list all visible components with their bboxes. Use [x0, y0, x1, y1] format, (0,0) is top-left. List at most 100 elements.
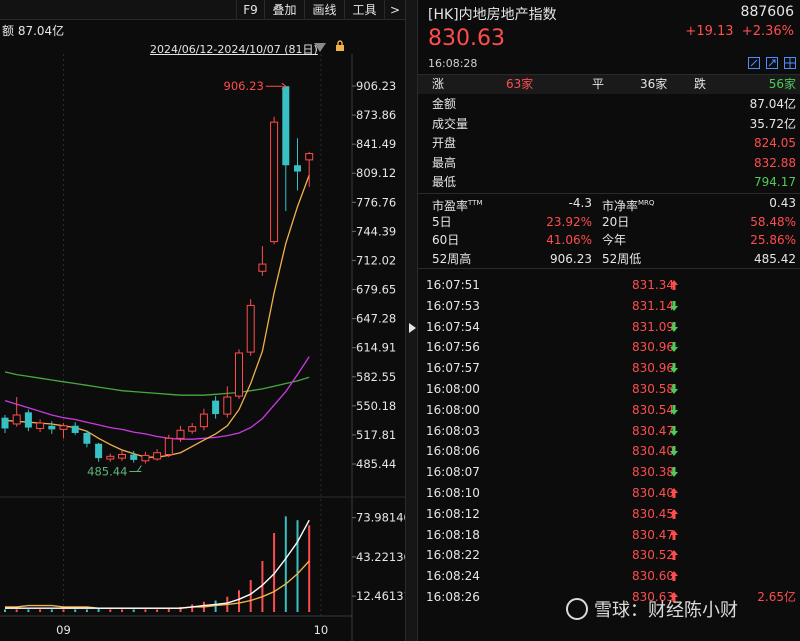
- tick-time: 16:08:07: [426, 465, 480, 480]
- candle-body: [223, 396, 232, 415]
- chart-panel: F9 叠加 画线 工具 > 额 87.04亿 2024/06/12-2024/1…: [0, 0, 405, 641]
- stat-row: 金额 87.04亿: [418, 95, 800, 114]
- stat-value: 23.92%: [546, 214, 592, 229]
- stat-label: 5日: [432, 214, 452, 229]
- candle-body: [83, 432, 91, 444]
- volume-bar: [62, 609, 65, 612]
- collapse-arrow-icon[interactable]: [409, 323, 416, 333]
- grid-icon[interactable]: [784, 57, 796, 69]
- arrow-up-icon: [670, 488, 678, 498]
- tick-price: 830.45: [632, 506, 674, 521]
- index-code: 887606: [740, 4, 794, 20]
- price-tick-label: 809.12: [356, 166, 396, 180]
- volume-bar: [121, 609, 123, 612]
- snowball-logo-icon: [566, 598, 588, 620]
- candle-body: [1, 417, 9, 429]
- quote-time: 16:08:28: [428, 57, 478, 70]
- arrow-down-icon: [670, 446, 678, 457]
- stat-value: 87.04亿: [749, 97, 796, 111]
- tick-row[interactable]: 16:08:00 830.58: [418, 379, 800, 400]
- arrow-down-icon: [670, 384, 678, 394]
- separator: [418, 268, 800, 269]
- tick-price: 830.47: [632, 527, 674, 542]
- low-marker-arrow: [136, 465, 142, 472]
- candle-body: [24, 412, 32, 428]
- candle-body: [36, 422, 45, 429]
- tick-row[interactable]: 16:07:57 830.96: [418, 358, 800, 379]
- candle-body: [12, 414, 21, 425]
- volume-bar: [109, 609, 112, 612]
- candle-body: [188, 426, 197, 432]
- tick-price: 830.96: [632, 361, 674, 376]
- tick-time: 16:08:10: [426, 486, 480, 500]
- arrow-down-icon: [670, 321, 678, 332]
- tick-row[interactable]: 16:08:18 830.47: [418, 525, 800, 546]
- stat-value: 832.88: [754, 155, 796, 170]
- candle-body: [118, 454, 126, 459]
- quote-panel: [HK]内地房地产指数 887606 830.63 +19.13 +2.36% …: [418, 0, 800, 641]
- tick-time: 16:08:12: [426, 506, 480, 521]
- volume-bar: [39, 609, 42, 612]
- volume-bar: [156, 609, 159, 612]
- tick-row[interactable]: 16:08:12 830.45: [418, 504, 800, 525]
- candle-body: [246, 304, 255, 353]
- stat-label: 60日: [432, 233, 460, 247]
- arrow-up-icon: [670, 508, 678, 519]
- volume-bar: [27, 609, 30, 612]
- tick-row[interactable]: 16:08:00 830.54: [418, 400, 800, 421]
- edit-icon[interactable]: [748, 57, 760, 69]
- watermark-text: 雪球：财经陈小财: [594, 600, 738, 621]
- stat-label-sup: MRQ: [638, 199, 655, 207]
- candle-body: [59, 425, 68, 430]
- tick-time: 16:08:00: [426, 382, 480, 396]
- price-tick-label: 712.02: [356, 253, 396, 267]
- stat-row: 市盈率TTM -4.3 市净率MRQ 0.43: [418, 194, 800, 213]
- low-annotation: 485.44: [87, 464, 127, 478]
- stat-value: 58.48%: [750, 214, 796, 229]
- stat-row: 60日 41.06% 今年 25.86%: [418, 231, 800, 250]
- candle-body: [199, 413, 208, 428]
- volume-bar: [132, 609, 135, 612]
- arrow-up-icon: [670, 571, 678, 582]
- tick-price: 830.47: [632, 423, 674, 438]
- arrow-up-icon: [670, 529, 678, 540]
- tick-row[interactable]: 16:07:53 831.14: [418, 296, 800, 317]
- tick-row[interactable]: 16:07:56 830.96: [418, 337, 800, 358]
- candle-body: [212, 400, 220, 415]
- candle-body: [141, 454, 150, 462]
- tick-row[interactable]: 16:07:54 831.09: [418, 317, 800, 338]
- x-tick-label: 10: [314, 623, 329, 637]
- tick-row[interactable]: 16:08:22 830.52: [418, 545, 800, 566]
- tick-price: 830.54: [632, 402, 674, 417]
- tick-row[interactable]: 16:08:07 830.38: [418, 462, 800, 483]
- breadth-down-label: 跌: [694, 77, 707, 91]
- tick-time: 16:07:51: [426, 278, 480, 292]
- tick-row[interactable]: 16:08:10 830.40: [418, 483, 800, 504]
- expand-icon[interactable]: [766, 57, 778, 69]
- tick-row[interactable]: 16:08:03 830.47: [418, 421, 800, 442]
- stat-row: 最低 794.17: [418, 173, 800, 192]
- stat-row: 最高 832.88: [418, 154, 800, 173]
- last-price: 830.63: [428, 26, 505, 51]
- candle-body: [235, 352, 243, 397]
- stat-label: 52周高: [432, 251, 472, 266]
- breadth-flat-count: 36家: [640, 77, 668, 91]
- stat-value: 794.17: [754, 175, 796, 189]
- volume-bar: [191, 604, 194, 612]
- candle-body: [294, 165, 301, 172]
- tick-row[interactable]: 16:08:06 830.40: [418, 441, 800, 462]
- tick-price: 831.14: [632, 298, 674, 313]
- panel-divider[interactable]: [405, 0, 418, 641]
- volume-tick-label: 73.98140: [356, 511, 405, 525]
- stat-value: 25.86%: [750, 233, 796, 247]
- tick-row[interactable]: 16:07:51 831.34: [418, 275, 800, 296]
- candle-body: [106, 455, 115, 460]
- tick-price: 830.40: [632, 486, 674, 500]
- volume-bar: [4, 609, 6, 612]
- arrow-down-icon: [670, 467, 678, 478]
- tick-row[interactable]: 16:08:24 830.60: [418, 566, 800, 587]
- stat-value: 0.43: [769, 196, 796, 210]
- stat-label: 今年: [602, 233, 627, 247]
- volume-tick-label: 12.46131: [356, 589, 405, 603]
- tick-time: 16:07:54: [426, 319, 480, 334]
